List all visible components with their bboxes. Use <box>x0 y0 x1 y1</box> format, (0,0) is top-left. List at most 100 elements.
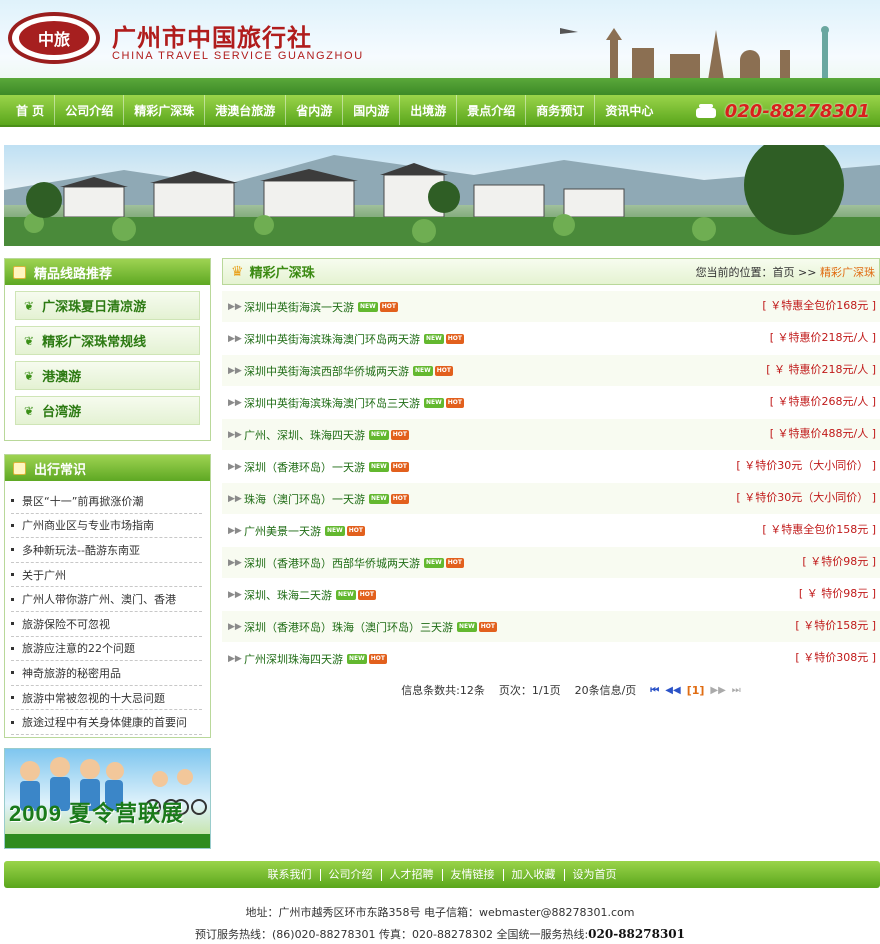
tip-link[interactable]: 广州人带你游广州、澳门、香港 <box>11 587 202 612</box>
tour-price: [ ￥特惠价218元/人 ] <box>769 331 876 344</box>
nav-item[interactable]: 资讯中心 <box>595 95 663 125</box>
tour-price: [ ￥ 特价98元 ] <box>798 587 876 600</box>
new-badge: NEW <box>369 493 389 504</box>
hotline-number: 020-88278301 <box>588 927 685 941</box>
tour-price: [ ￥特惠全包价158元 ] <box>762 523 876 536</box>
new-badge: NEW <box>369 429 389 440</box>
footer-link[interactable]: 设为首页 <box>565 868 625 881</box>
tip-link[interactable]: 景区“十一”前再掀涨价潮 <box>11 489 202 514</box>
leaf-icon: ❦ <box>24 333 35 348</box>
breadcrumb-current: 精彩广深珠 <box>820 265 875 279</box>
panel-icon <box>13 461 26 475</box>
tour-title-link[interactable]: 深圳（香港环岛）西部华侨城两天游 <box>244 555 420 571</box>
main-section-header: ♛ 精彩广深珠 您当前的位置：首页 >> 精彩广深珠 <box>222 258 880 285</box>
nav-item[interactable]: 首 页 <box>6 95 56 125</box>
tour-price: [ ￥特价30元（大小同价） ] <box>736 459 876 472</box>
tip-link[interactable]: 多种新玩法--酷游东南亚 <box>11 538 202 563</box>
tour-row: ▶▶ 深圳（香港环岛）西部华侨城两天游 NEW HOT [ ￥特价98元 ] <box>222 547 880 579</box>
footer-link[interactable]: 友情链接 <box>443 868 504 881</box>
tip-link[interactable]: 旅游中常被忽视的十大忌问题 <box>11 686 202 711</box>
tour-row: ▶▶ 珠海（澳门环岛）一天游 NEW HOT [ ￥特价30元（大小同价） ] <box>222 483 880 515</box>
tour-row: ▶▶ 深圳中英街海滨珠海澳门环岛三天游 NEW HOT [ ￥特惠价268元/人 ] <box>222 387 880 419</box>
logo-icon[interactable]: 中旅 <box>8 12 100 64</box>
tip-link[interactable]: 旅游应注意的22个问题 <box>11 637 202 662</box>
nav-item[interactable]: 景点介绍 <box>457 95 527 125</box>
tour-price: [ ￥特惠全包价168元 ] <box>762 299 876 312</box>
tips-panel-title: 出行常识 <box>34 462 87 478</box>
tip-link[interactable]: 旅途过程中有关身体健康的首要问 <box>11 710 202 735</box>
tour-title-link[interactable]: 珠海（澳门环岛）一天游 <box>244 491 365 507</box>
tip-link[interactable]: 旅游保险不可忽视 <box>11 612 202 637</box>
trophy-icon: ♛ <box>231 263 244 280</box>
tip-link[interactable]: 关于广州 <box>11 563 202 588</box>
nav-item[interactable]: 出境游 <box>400 95 458 125</box>
tip-link[interactable]: 广州商业区与专业市场指南 <box>11 514 202 539</box>
hot-badge: HOT <box>390 429 409 440</box>
hot-badge: HOT <box>445 333 464 344</box>
route-label: 台湾游 <box>42 405 82 420</box>
tip-label: 旅游中常被忽视的十大忌问题 <box>22 691 165 705</box>
tour-title-link[interactable]: 深圳中英街海滨西部华侨城两天游 <box>244 363 409 379</box>
footer-link[interactable]: 加入收藏 <box>504 868 565 881</box>
double-arrow-icon: ▶▶ <box>228 365 242 376</box>
tour-title-link[interactable]: 深圳中英街海滨珠海澳门环岛三天游 <box>244 395 420 411</box>
route-link[interactable]: ❦ 广深珠夏日清凉游 <box>15 291 200 320</box>
double-arrow-icon: ▶▶ <box>228 653 242 664</box>
nav-item[interactable]: 港澳台旅游 <box>205 95 287 125</box>
double-arrow-icon: ▶▶ <box>228 429 242 440</box>
route-label: 港澳游 <box>42 370 82 385</box>
tour-row: ▶▶ 深圳中英街海滨珠海澳门环岛两天游 NEW HOT [ ￥特惠价218元/人 ] <box>222 323 880 355</box>
first-page-icon[interactable]: ⏮ <box>650 685 659 696</box>
pager-per-page: 20条信息/页 <box>574 684 637 697</box>
tour-title-link[interactable]: 深圳中英街海滨一天游 <box>244 299 354 315</box>
nav-item[interactable]: 省内游 <box>286 95 344 125</box>
nav-item[interactable]: 商务预订 <box>526 95 596 125</box>
leaf-icon: ❦ <box>24 298 35 313</box>
last-page-icon[interactable]: ⏭ <box>732 685 741 696</box>
tour-row: ▶▶ 广州美景一天游 NEW HOT [ ￥特惠全包价158元 ] <box>222 515 880 547</box>
footer-link[interactable]: 公司介绍 <box>321 868 382 881</box>
pager-total: 信息条数共:12条 <box>401 684 485 697</box>
tip-label: 神奇旅游的秘密用品 <box>22 666 121 680</box>
logo-title-en: CHINA TRAVEL SERVICE GUANGZHOU <box>112 50 364 62</box>
tour-title-link[interactable]: 深圳（香港环岛）一天游 <box>244 459 365 475</box>
new-badge: NEW <box>424 557 444 568</box>
new-badge: NEW <box>424 397 444 408</box>
hot-badge: HOT <box>478 621 497 632</box>
nav-item[interactable]: 公司介绍 <box>55 95 125 125</box>
hot-badge: HOT <box>357 589 376 600</box>
routes-panel-title: 精品线路推荐 <box>34 266 113 282</box>
route-link[interactable]: ❦ 港澳游 <box>15 361 200 390</box>
tour-title-link[interactable]: 广州深圳珠海四天游 <box>244 651 343 667</box>
hotline-prefix: 预订服务热线：(86)020-88278301 传真：020-88278302 … <box>194 928 589 941</box>
leaf-icon: ❦ <box>24 368 35 383</box>
tip-label: 广州商业区与专业市场指南 <box>22 519 154 533</box>
nav-item[interactable]: 精彩广深珠 <box>124 95 206 125</box>
hot-badge: HOT <box>368 653 387 664</box>
next-page-icon[interactable]: ▶▶ <box>710 685 725 696</box>
tour-title-link[interactable]: 深圳中英街海滨珠海澳门环岛两天游 <box>244 331 420 347</box>
tour-title-link[interactable]: 深圳（香港环岛）珠海（澳门环岛）三天游 <box>244 619 453 635</box>
footer-link[interactable]: 联系我们 <box>260 868 321 881</box>
route-link[interactable]: ❦ 精彩广深珠常规线 <box>15 326 200 355</box>
summer-camp-promo-banner[interactable]: 2009 夏令营联展 <box>4 748 211 849</box>
tour-price: [ ￥特惠价268元/人 ] <box>769 395 876 408</box>
tour-row: ▶▶ 深圳（香港环岛）珠海（澳门环岛）三天游 NEW HOT [ ￥特价158元 ] <box>222 611 880 643</box>
nav-item[interactable]: 国内游 <box>343 95 401 125</box>
route-link[interactable]: ❦ 台湾游 <box>15 396 200 425</box>
tour-price: [ ￥ 特惠价218元/人 ] <box>766 363 876 376</box>
footer-link[interactable]: 人才招聘 <box>382 868 443 881</box>
hot-badge: HOT <box>390 493 409 504</box>
tip-label: 旅游保险不可忽视 <box>22 617 110 631</box>
tour-title-link[interactable]: 深圳、珠海二天游 <box>244 587 332 603</box>
logo-mark: 中旅 <box>19 21 89 55</box>
new-badge: NEW <box>413 365 433 376</box>
tour-title-link[interactable]: 广州美景一天游 <box>244 523 321 539</box>
prev-page-icon[interactable]: ◀◀ <box>665 685 680 696</box>
tour-row: ▶▶ 深圳、珠海二天游 NEW HOT [ ￥ 特价98元 ] <box>222 579 880 611</box>
tour-title-link[interactable]: 广州、深圳、珠海四天游 <box>244 427 365 443</box>
section-title: 精彩广深珠 <box>249 266 315 281</box>
breadcrumb-prefix[interactable]: 您当前的位置：首页 >> <box>696 266 817 279</box>
tip-link[interactable]: 神奇旅游的秘密用品 <box>11 661 202 686</box>
current-page[interactable]: [1] <box>687 684 705 697</box>
